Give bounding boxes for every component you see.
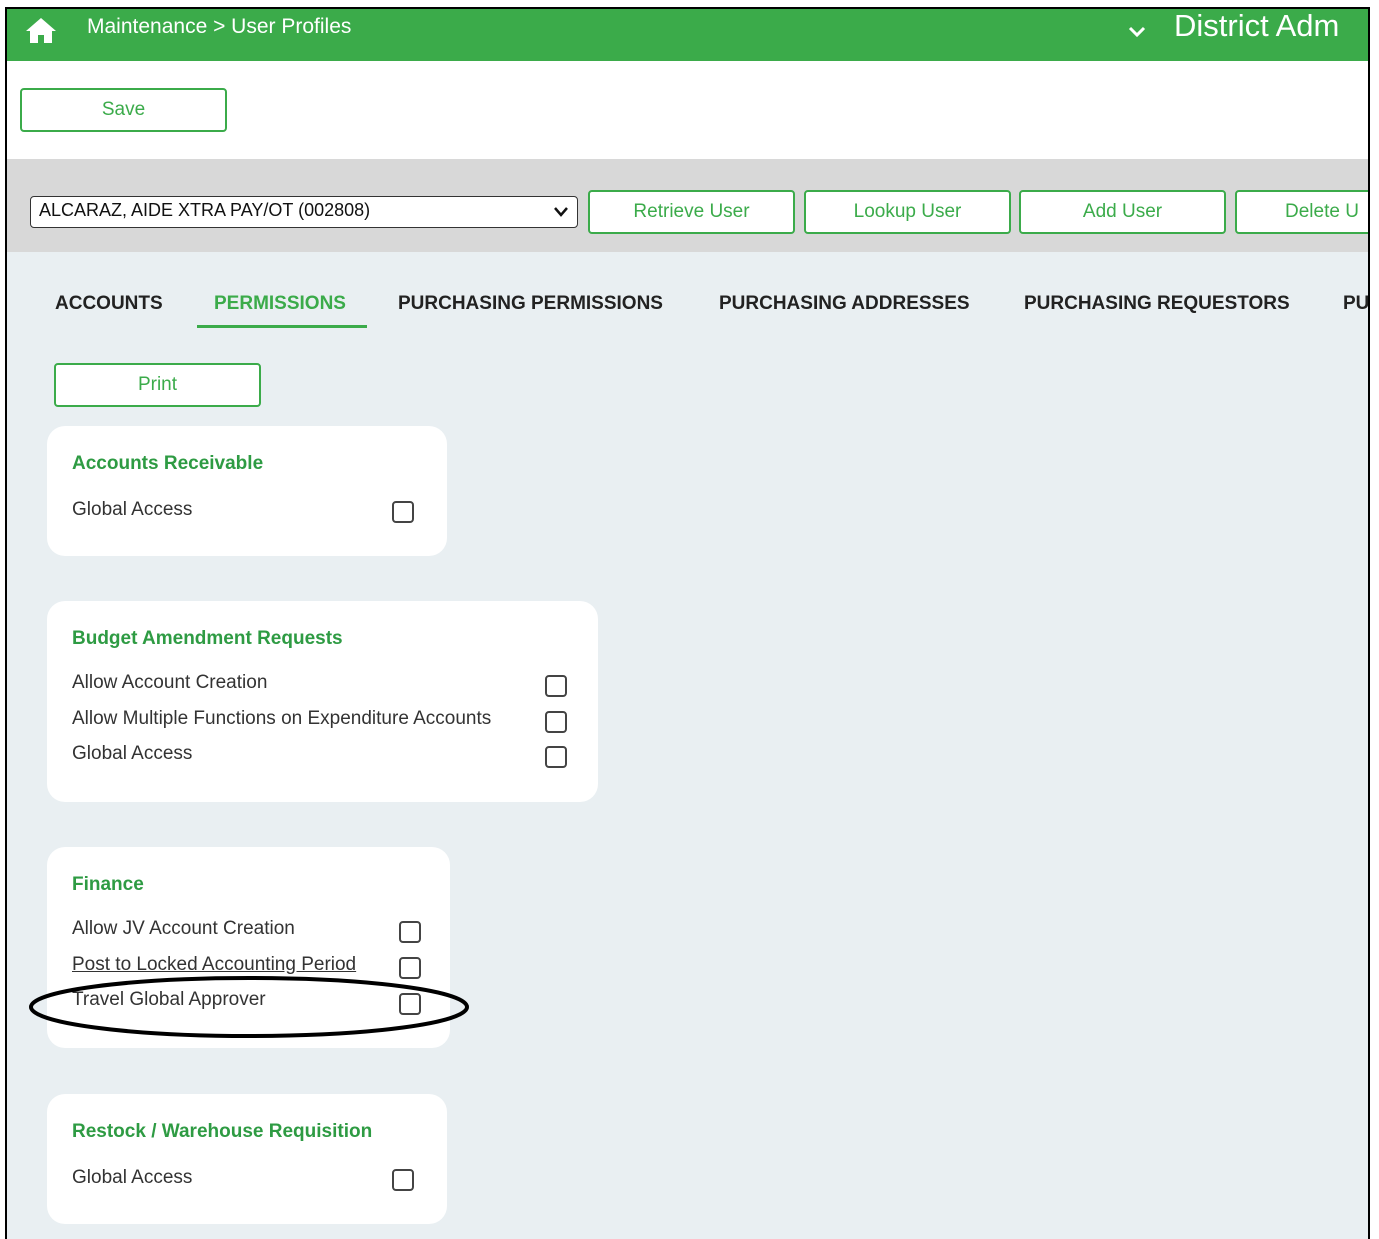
permission-label: Allow Account Creation: [72, 672, 268, 693]
save-button[interactable]: Save: [20, 88, 227, 132]
add-user-button[interactable]: Add User: [1019, 190, 1226, 234]
breadcrumb[interactable]: Maintenance > User Profiles: [87, 15, 351, 39]
tab-purchasing-addresses[interactable]: PURCHASING ADDRESSES: [719, 293, 970, 315]
allow-account-creation-checkbox[interactable]: [545, 675, 567, 697]
active-tab-indicator: [197, 325, 367, 328]
home-icon[interactable]: [24, 15, 58, 45]
tab-permissions[interactable]: PERMISSIONS: [214, 293, 346, 315]
tab-more[interactable]: PU: [1343, 293, 1368, 315]
user-select[interactable]: ALCARAZ, AIDE XTRA PAY/OT (002808): [30, 196, 578, 228]
allow-jv-account-creation-checkbox[interactable]: [399, 921, 421, 943]
top-bar: Maintenance > User Profiles District Adm: [7, 9, 1368, 61]
section-title: Budget Amendment Requests: [72, 628, 343, 649]
section-budget-amendment-requests: Budget Amendment Requests Allow Account …: [47, 601, 598, 802]
retrieve-user-button[interactable]: Retrieve User: [588, 190, 795, 234]
user-selection-bar: ALCARAZ, AIDE XTRA PAY/OT (002808) Retri…: [7, 159, 1368, 252]
delete-user-button[interactable]: Delete U: [1235, 190, 1368, 234]
permission-label: Allow JV Account Creation: [72, 918, 295, 939]
chevron-down-icon[interactable]: [1127, 22, 1147, 42]
print-button[interactable]: Print: [54, 363, 261, 407]
global-access-checkbox[interactable]: [545, 746, 567, 768]
permission-label: Allow Multiple Functions on Expenditure …: [72, 708, 492, 729]
tab-accounts[interactable]: ACCOUNTS: [55, 293, 163, 315]
section-title: Finance: [72, 874, 144, 895]
tab-purchasing-requestors[interactable]: PURCHASING REQUESTORS: [1024, 293, 1290, 315]
chevron-down-icon: [554, 207, 568, 217]
global-access-checkbox[interactable]: [392, 1169, 414, 1191]
lookup-user-button[interactable]: Lookup User: [804, 190, 1011, 234]
section-title: Accounts Receivable: [72, 453, 264, 474]
save-toolbar: Save: [7, 61, 1368, 159]
section-title: Restock / Warehouse Requisition: [72, 1121, 373, 1142]
permission-label: Global Access: [72, 1167, 193, 1188]
allow-multiple-functions-checkbox[interactable]: [545, 711, 567, 733]
section-accounts-receivable: Accounts Receivable Global Access: [47, 426, 447, 556]
permission-label: Global Access: [72, 499, 193, 520]
district-dropdown-label[interactable]: District Adm: [1174, 9, 1339, 44]
selected-user-value: ALCARAZ, AIDE XTRA PAY/OT (002808): [39, 200, 371, 220]
global-access-checkbox[interactable]: [392, 501, 414, 523]
permission-label: Post to Locked Accounting Period: [72, 954, 357, 975]
app-window: Maintenance > User Profiles District Adm…: [5, 7, 1370, 1239]
section-restock-warehouse-requisition: Restock / Warehouse Requisition Global A…: [47, 1094, 447, 1224]
highlight-ellipse: [29, 976, 469, 1038]
tab-bar: ACCOUNTS PERMISSIONS PURCHASING PERMISSI…: [7, 281, 1368, 331]
permission-label: Global Access: [72, 743, 193, 764]
tab-purchasing-permissions[interactable]: PURCHASING PERMISSIONS: [398, 293, 663, 315]
